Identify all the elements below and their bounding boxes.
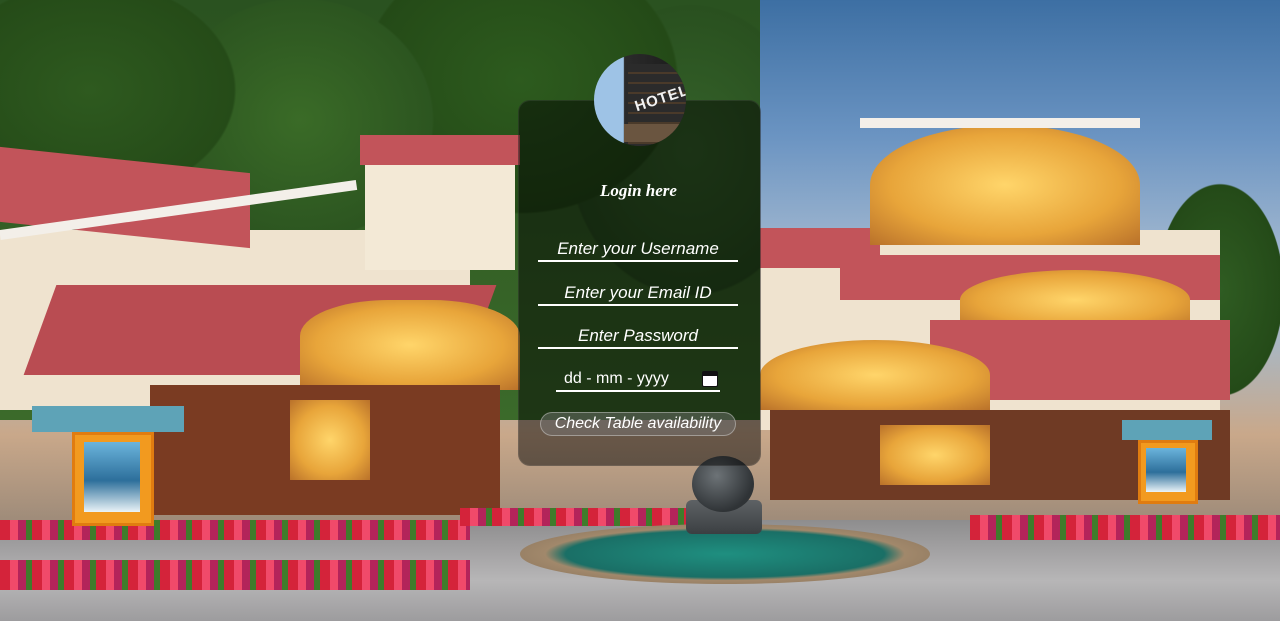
email-input[interactable] (538, 282, 738, 306)
calendar-icon[interactable] (702, 371, 718, 387)
hotel-avatar-image: HOTEL (594, 54, 686, 146)
check-table-availability-button[interactable]: Check Table availability (540, 412, 736, 436)
password-input[interactable] (538, 325, 738, 349)
login-title: Login here (600, 181, 677, 200)
date-input[interactable]: dd - mm - yyyy (556, 368, 720, 392)
date-placeholder: dd - mm - yyyy (564, 370, 669, 387)
username-input[interactable] (538, 238, 738, 262)
